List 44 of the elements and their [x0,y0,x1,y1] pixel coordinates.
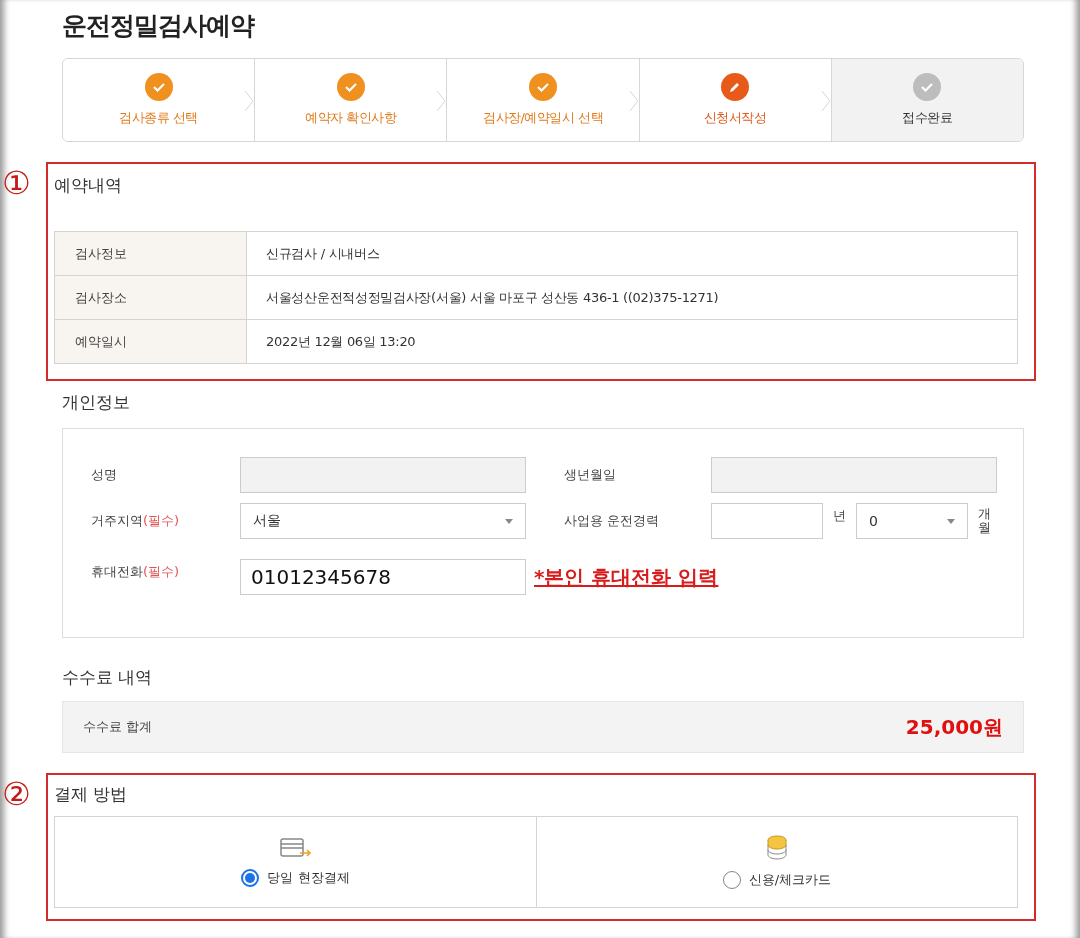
section-heading: 수수료 내역 [62,666,154,689]
step-label: 접수완료 [902,109,953,127]
table-header-cell: 검사정보 [55,232,247,276]
step-label: 검사종류 선택 [119,109,198,127]
radio-icon[interactable] [241,869,260,887]
payment-radio[interactable]: 당일 현장결제 [241,869,350,887]
page-title: 운전정밀검사예약 [62,10,256,42]
check-icon [151,82,166,92]
unit-label: 개월 [978,507,991,538]
radio-icon[interactable] [722,871,741,889]
phone-field[interactable]: 01012345678 [240,559,526,595]
table-cell: 서울성산운전적성정밀검사장(서울) 서울 마포구 성산동 436-1 ((02)375-1271) [247,276,1018,320]
section-heading: 예약내역 [54,174,123,197]
unit-label: 년 [833,507,846,525]
field-label: 생년월일 [564,466,617,484]
fee-amount: 25,000원 [905,713,1003,741]
field-label: 성명 [91,466,118,484]
section-heading: 결제 방법 [54,783,129,806]
year-input[interactable] [711,503,823,539]
fee-label: 수수료 합계 [83,718,153,736]
payment-radio[interactable]: 신용/체크카드 [722,871,832,889]
table-header-cell: 검사장소 [55,276,247,320]
card-arrow-icon [279,837,312,859]
annotation-marker: ② [2,777,32,815]
month-select[interactable]: 0 [856,503,968,539]
step-label: 신청서작성 [703,109,767,127]
note-text: *본인 휴대전화 입력 [534,563,719,591]
coin-stack-icon [766,835,788,861]
field-label: 휴대전화(필수) [91,563,181,581]
field-label: 사업용 운전경력 [564,512,661,530]
table-header-cell: 예약일시 [55,320,247,364]
step-label: 검사장/예약일시 선택 [483,109,603,127]
annotation-marker: ① [2,166,32,204]
region-select[interactable]: 서울 [240,503,526,539]
table-cell: 2022년 12월 06일 13:20 [247,320,1018,364]
caret-icon [947,518,955,524]
check-icon [536,82,550,92]
field-label: 거주지역(필수) [91,512,181,530]
section-heading: 개인정보 [62,391,131,414]
caret-icon [505,518,513,524]
check-icon [343,82,358,92]
table-cell: 신규검사 / 시내버스 [247,232,1018,276]
check-icon [920,82,935,92]
step-label: 예약자 확인사항 [305,109,397,127]
